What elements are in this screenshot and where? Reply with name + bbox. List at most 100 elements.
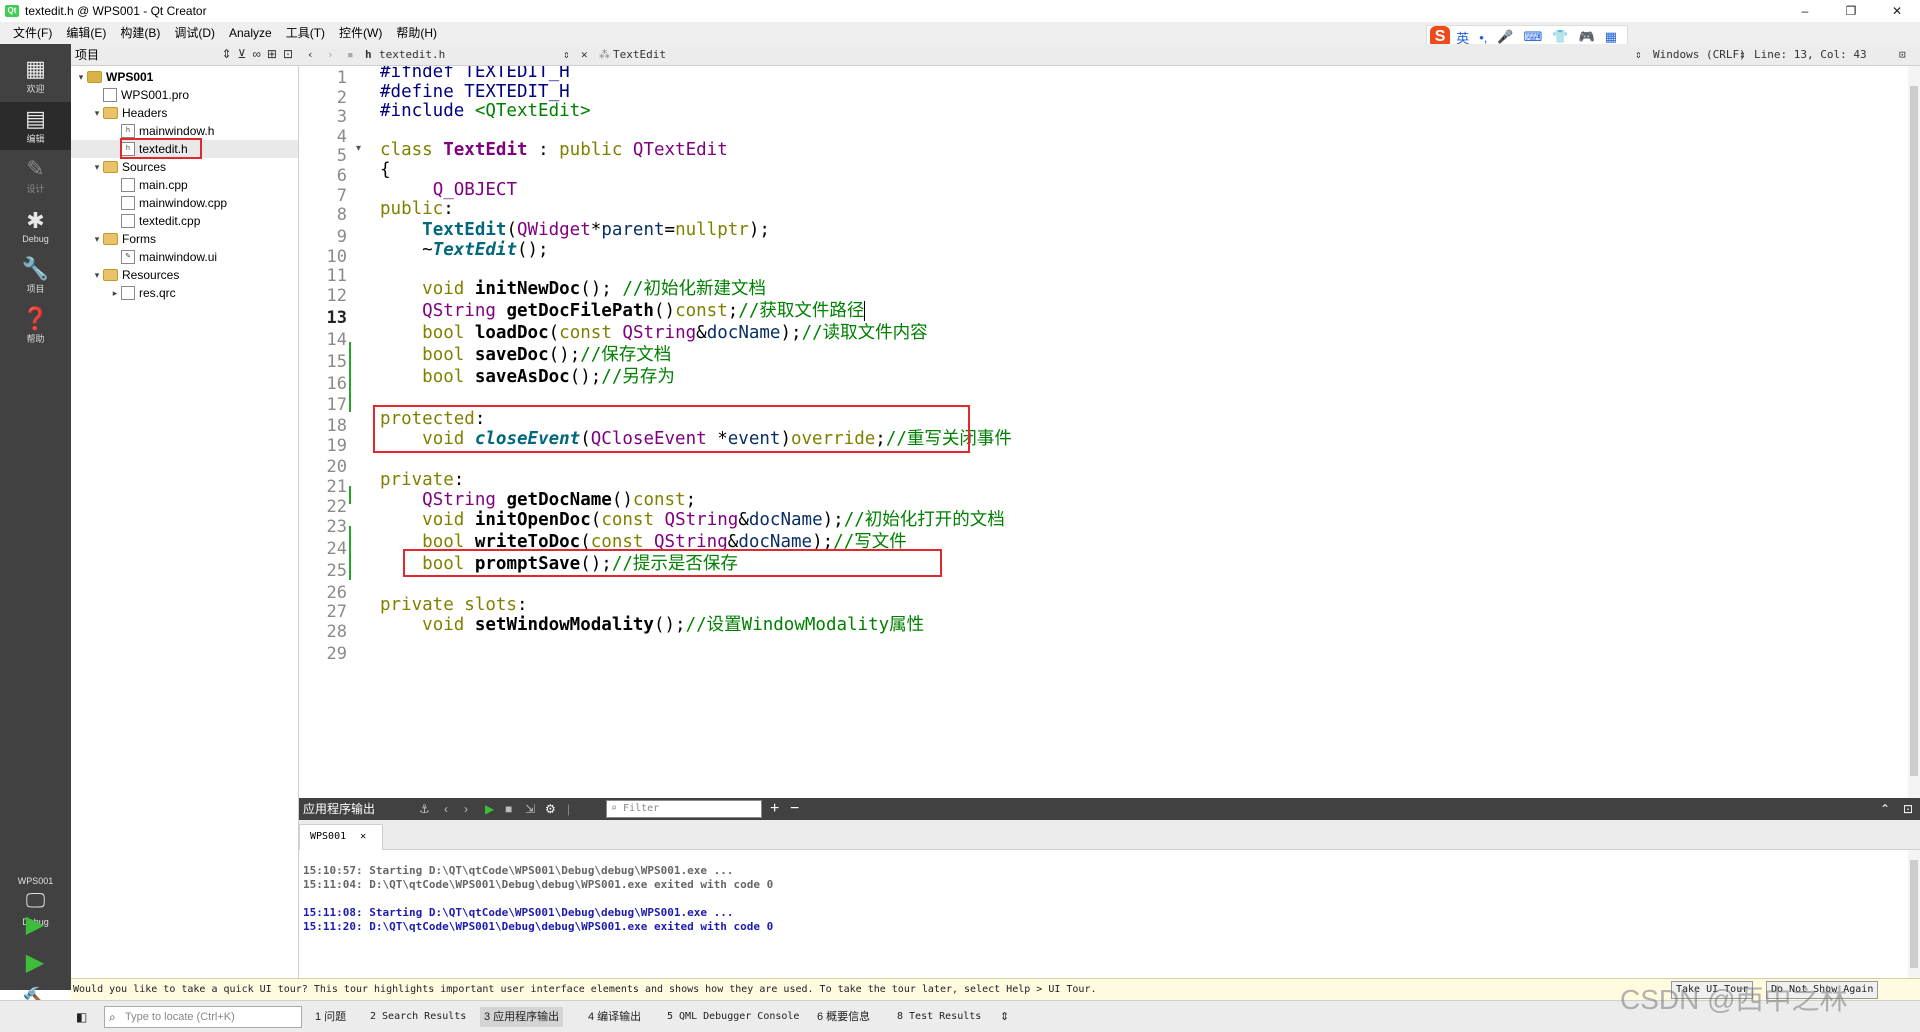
do-not-show-again-button[interactable]: Do Not Show Again (1766, 981, 1879, 999)
ime-keyboard-icon[interactable]: ⌨ (1524, 29, 1543, 45)
attach-debugger-icon[interactable]: ⇲ (525, 798, 535, 820)
mode-welcome[interactable]: ▦ 欢迎 (0, 52, 71, 100)
highlight-box-protected (373, 405, 970, 453)
menu-help[interactable]: 帮助(H) (389, 22, 444, 44)
scrollbar-thumb[interactable] (1910, 86, 1918, 776)
close-tab-icon[interactable]: ✕ (360, 831, 366, 842)
pane-general-messages[interactable]: 6 概要信息 (817, 1001, 870, 1032)
filter-icon[interactable]: ⊻ (238, 47, 247, 61)
editor-vertical-scrollbar[interactable] (1908, 66, 1920, 798)
attach-icon[interactable]: ⚓ (419, 798, 430, 820)
zoom-in-icon[interactable]: + (770, 798, 779, 820)
prev-arrow-icon[interactable]: ‹ (444, 798, 448, 820)
application-output[interactable]: 15:10:57: Starting D:\QT\qtCode\WPS001\D… (299, 850, 1908, 978)
cpp-file-icon (121, 178, 135, 192)
split-icon[interactable]: ⊞ (267, 47, 277, 61)
cursor-position[interactable]: Line: 13, Col: 43 (1754, 44, 1867, 66)
mode-edit[interactable]: ▤ 编辑 (0, 102, 71, 150)
tree-file-mainwindow-ui[interactable]: ✎ mainwindow.ui (109, 248, 217, 266)
output-tab-wps001[interactable]: WPS001 ✕ (299, 824, 383, 850)
file-selector-arrows-icon[interactable]: ⇕ (563, 44, 570, 66)
code-editor[interactable]: 1 2 3 4 5 6 7 8 9 10 11 12 13 14 15 16 1… (299, 66, 1908, 798)
mode-help[interactable]: ❓ 帮助 (0, 302, 71, 350)
menu-controls[interactable]: 控件(W) (332, 22, 389, 44)
tree-folder-forms[interactable]: ▾ Forms (91, 230, 156, 248)
close-button[interactable]: ✕ (1874, 0, 1920, 22)
tree-folder-sources[interactable]: ▾ Sources (91, 158, 166, 176)
code-line: class TextEdit : public QTextEdit (380, 140, 728, 160)
minimize-button[interactable]: – (1782, 0, 1828, 22)
pane-issues[interactable]: 1 问题 (315, 1001, 346, 1032)
output-filter-input[interactable]: ⌕ Filter (606, 800, 762, 818)
tree-folder-headers[interactable]: ▾ Headers (91, 104, 168, 122)
tree-file-pro[interactable]: WPS001.pro (91, 86, 189, 104)
mode-label: 项目 (26, 284, 45, 294)
collapse-arrow-icon[interactable]: ▾ (91, 230, 103, 248)
output-vertical-scrollbar[interactable] (1908, 850, 1920, 978)
zoom-out-icon[interactable]: − (790, 798, 799, 820)
ime-microphone-icon[interactable]: 🎤 (1497, 29, 1513, 45)
close-pane-icon[interactable]: ⊡ (283, 47, 293, 61)
line-ending-selector[interactable]: Windows (CRLF) (1653, 44, 1746, 66)
menu-debug[interactable]: 调试(D) (167, 22, 222, 44)
pane-compile-output[interactable]: 4 编译输出 (588, 1001, 641, 1032)
collapse-arrow-icon[interactable]: ▾ (91, 158, 103, 176)
split-editor-icon[interactable]: ⊡ (1899, 44, 1906, 66)
maximize-button[interactable]: ❐ (1828, 0, 1874, 22)
tree-file-res-qrc[interactable]: ▸ res.qrc (109, 284, 176, 302)
forward-arrow-icon[interactable]: › (327, 44, 334, 66)
menu-edit[interactable]: 编辑(E) (59, 22, 113, 44)
symbol-selector[interactable]: TextEdit (613, 44, 666, 66)
run-button[interactable]: ▶ (22, 912, 48, 938)
mode-design[interactable]: ✎ 设计 (0, 152, 71, 200)
debug-run-button[interactable]: ▶ (22, 950, 48, 976)
stop-icon[interactable]: ■ (505, 798, 512, 820)
expand-arrow-icon[interactable]: ▸ (109, 284, 121, 302)
link-icon[interactable]: ∞ (252, 47, 261, 61)
symbol-selector-arrows-icon[interactable]: ⇕ (1635, 44, 1642, 66)
rerun-icon[interactable]: ▶ (485, 798, 494, 820)
close-document-icon[interactable]: ✕ (581, 44, 588, 66)
tree-file-mainwindow-cpp[interactable]: mainwindow.cpp (109, 194, 227, 212)
tree-file-main-cpp[interactable]: main.cpp (109, 176, 188, 194)
tree-project-root[interactable]: ▾ WPS001 (75, 68, 154, 86)
pane-application-output[interactable]: 3 应用程序输出 (480, 1007, 564, 1027)
ime-punctuation-icon[interactable]: •, (1479, 30, 1487, 45)
open-file-selector[interactable]: textedit.h (379, 44, 445, 66)
menu-tools[interactable]: 工具(T) (279, 22, 332, 44)
more-panes-arrows-icon[interactable]: ⇕ (1000, 1001, 1009, 1032)
output-line: 15:11:20: D:\QT\qtCode\WPS001\Debug\debu… (303, 920, 774, 933)
back-arrow-icon[interactable]: ‹ (307, 44, 314, 66)
symbol-icon: ⁂ (599, 48, 610, 61)
pane-qml-debugger-console[interactable]: 5 QML Debugger Console (667, 1001, 799, 1032)
locator-input[interactable]: ⌕ Type to locate (Ctrl+K) (104, 1006, 302, 1028)
collapse-arrow-icon[interactable]: ▾ (91, 266, 103, 284)
mode-debug[interactable]: ✱ Debug (0, 202, 71, 250)
settings-gear-icon[interactable]: ⚙ (545, 798, 556, 820)
line-ending-arrows-icon[interactable]: ⇕ (1739, 44, 1746, 66)
take-ui-tour-button[interactable]: Take UI Tour (1671, 981, 1754, 999)
status-bar: ◧ ⌕ Type to locate (Ctrl+K) 1 问题 2 Searc… (0, 1000, 1920, 1032)
collapse-arrow-icon[interactable]: ▾ (91, 104, 103, 122)
view-selector-arrows-icon[interactable]: ⇕ (221, 47, 231, 61)
tree-folder-resources[interactable]: ▾ Resources (91, 266, 180, 284)
ime-game-icon[interactable]: 🎮 (1579, 29, 1595, 45)
output-line: 15:11:08: Starting D:\QT\qtCode\WPS001\D… (303, 906, 734, 919)
scrollbar-thumb[interactable] (1910, 860, 1918, 968)
ime-toolbox-icon[interactable]: ▦ (1605, 29, 1617, 45)
tree-file-textedit-cpp[interactable]: textedit.cpp (109, 212, 200, 230)
pane-test-results[interactable]: 8 Test Results (897, 1001, 981, 1032)
menu-file[interactable]: 文件(F) (6, 22, 59, 44)
mode-projects[interactable]: 🔧 项目 (0, 252, 71, 300)
close-pane-icon[interactable]: ⊡ (1903, 798, 1913, 820)
collapse-arrow-icon[interactable]: ▾ (75, 68, 87, 86)
maximize-pane-icon[interactable]: ⌃ (1880, 798, 1890, 820)
next-arrow-icon[interactable]: › (464, 798, 468, 820)
toggle-sidebar-icon[interactable]: ◧ (76, 1001, 87, 1032)
ime-skin-icon[interactable]: 👕 (1552, 29, 1568, 45)
fold-marker-icon[interactable]: ▾ (356, 137, 366, 161)
title-bar: Qt textedit.h @ WPS001 - Qt Creator – ❐ … (0, 0, 1920, 22)
menu-analyze[interactable]: Analyze (222, 22, 279, 44)
pane-search-results[interactable]: 2 Search Results (370, 1001, 466, 1032)
menu-build[interactable]: 构建(B) (113, 22, 167, 44)
